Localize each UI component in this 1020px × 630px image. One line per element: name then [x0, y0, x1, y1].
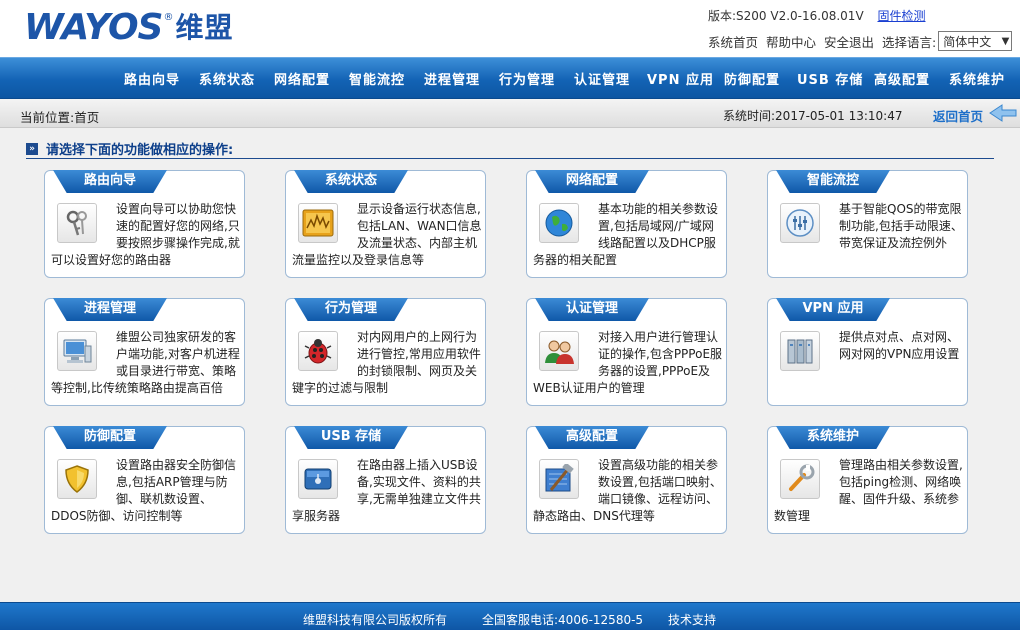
card-system-maintenance[interactable]: 系统维护 管理路由相关参数设置,包括ping检测、网络唤醒、固件升级、系统参数管…	[767, 426, 968, 534]
card-title: 行为管理	[294, 298, 408, 321]
firmware-check-link[interactable]: 固件检测	[877, 9, 925, 23]
logout-link[interactable]: 安全退出	[824, 32, 874, 51]
card-description: 设置路由器安全防御信息,包括ARP管理与防御、联机数设置、DDOS防御、访问控制…	[51, 458, 237, 523]
card-defense-config[interactable]: 防御配置 设置路由器安全防御信息,包括ARP管理与防御、联机数设置、DDOS防御…	[44, 426, 245, 534]
breadcrumb: 当前位置:首页 系统时间:2017-05-01 13:10:47 返回首页	[0, 99, 1020, 128]
card-description: 提供点对点、点对网、网对网的VPN应用设置	[839, 330, 960, 361]
card-auth-management[interactable]: 认证管理 对接入用户进行管理认证的操作,包含PPPoE服务器的设置,PPPoE及…	[526, 298, 727, 406]
card-title: 系统状态	[294, 170, 408, 193]
card-route-wizard[interactable]: 路由向导 设置向导可以协助您快速的配置好您的网络,只要按照步骤操作完成,就可以设…	[44, 170, 245, 278]
language-select[interactable]: 简体中文 ▼	[938, 31, 1013, 51]
card-title: 路由向导	[53, 170, 167, 193]
card-process-management[interactable]: 进程管理 维盟公司独家研发的客户端功能,对客户机进程或目录进行带宽、策略等控制,…	[44, 298, 245, 406]
card-usb-storage[interactable]: USB 存储 在路由器上插入USB设备,实现文件、资料的共享,无需单独建立文件共…	[285, 426, 486, 534]
card-description: 管理路由相关参数设置,包括ping检测、网络唤醒、固件升级、系统参数管理	[774, 458, 963, 523]
nav-process-management[interactable]: 进程管理	[424, 69, 480, 88]
section-title-text: 请选择下面的功能做相应的操作:	[46, 143, 234, 158]
nav-network-config[interactable]: 网络配置	[274, 69, 330, 88]
nav-flow-control[interactable]: 智能流控	[349, 69, 405, 88]
card-title: 智能流控	[776, 170, 890, 193]
card-title: 网络配置	[535, 170, 649, 193]
nav-vpn[interactable]: VPN 应用	[647, 69, 714, 88]
card-description: 在路由器上插入USB设备,实现文件、资料的共享,无需单独建立文件共享服务器	[292, 458, 481, 523]
card-description: 基于智能QOS的带宽限制功能,包括手动限速、带宽保证及流控例外	[839, 202, 963, 250]
card-description: 对内网用户的上网行为进行管控,常用应用软件的封锁限制、网页及关键字的过滤与限制	[292, 330, 481, 395]
system-time: 系统时间:2017-05-01 13:10:47	[723, 109, 903, 123]
card-vpn[interactable]: VPN 应用 提供点对点、点对网、网对网的VPN应用设置	[767, 298, 968, 406]
nav-behavior-management[interactable]: 行为管理	[499, 69, 555, 88]
card-title: 防御配置	[53, 426, 167, 449]
card-flow-control[interactable]: 智能流控 基于智能QOS的带宽限制功能,包括手动限速、带宽保证及流控例外	[767, 170, 968, 278]
copyright-text: 维盟科技有限公司版权所有	[303, 613, 448, 627]
version-label: 版本:S200 V2.0-16.08.01V	[708, 9, 864, 23]
card-system-status[interactable]: 系统状态 显示设备运行状态信息,包括LAN、WAN口信息及流量状态、内部主机流量…	[285, 170, 486, 278]
logo-chinese-text: 维盟	[175, 11, 234, 44]
card-title: 系统维护	[776, 426, 890, 449]
system-home-link[interactable]: 系统首页	[708, 32, 758, 51]
nav-advanced-config[interactable]: 高级配置	[874, 69, 930, 88]
current-location: 当前位置:首页	[20, 110, 100, 125]
back-arrow-icon[interactable]	[988, 103, 1018, 123]
header: WAYOS ® 维盟 版本:S200 V2.0-16.08.01V 固件检测 系…	[0, 0, 1020, 57]
main-content: » 请选择下面的功能做相应的操作: 路由向导 设置向导可以协助您快速的配置好您的…	[0, 128, 1020, 602]
logo-registered-mark: ®	[163, 12, 174, 23]
card-title: USB 存储	[294, 426, 408, 449]
section-divider	[26, 158, 994, 159]
footer: 维盟科技有限公司版权所有 全国客服电话:4006-12580-5 技术支持	[0, 602, 1020, 630]
help-center-link[interactable]: 帮助中心	[766, 32, 816, 51]
card-title: VPN 应用	[776, 298, 890, 321]
card-description: 维盟公司独家研发的客户端功能,对客户机进程或目录进行带宽、策略等控制,比传统策略…	[51, 330, 240, 395]
nav-defense-config[interactable]: 防御配置	[724, 69, 780, 88]
nav-system-status[interactable]: 系统状态	[199, 69, 255, 88]
back-home-link[interactable]: 返回首页	[933, 106, 983, 125]
card-description: 基本功能的相关参数设置,包括局域网/广域网线路配置以及DHCP服务器的相关配置	[533, 202, 719, 267]
nav-route-wizard[interactable]: 路由向导	[124, 69, 180, 88]
card-description: 设置向导可以协助您快速的配置好您的网络,只要按照步骤操作完成,就可以设置好您的路…	[51, 202, 240, 267]
card-network-config[interactable]: 网络配置 基本功能的相关参数设置,包括局域网/广域网线路配置以及DHCP服务器的…	[526, 170, 727, 278]
card-description: 设置高级功能的相关参数设置,包括端口映射、端口镜像、远程访问、静态路由、DNS代…	[533, 458, 722, 523]
card-advanced-config[interactable]: 高级配置 设置高级功能的相关参数设置,包括端口映射、端口镜像、远程访问、静态路由…	[526, 426, 727, 534]
card-behavior-management[interactable]: 行为管理 对内网用户的上网行为进行管控,常用应用软件的封锁限制、网页及关键字的过…	[285, 298, 486, 406]
top-links: 系统首页 帮助中心 安全退出 选择语言: 简体中文 ▼	[708, 31, 1013, 51]
tech-support-link[interactable]: 技术支持	[668, 611, 716, 628]
section-title: » 请选择下面的功能做相应的操作:	[26, 139, 233, 158]
hotline-text: 全国客服电话:4006-12580-5	[482, 613, 644, 627]
nav-usb-storage[interactable]: USB 存储	[797, 69, 863, 88]
language-label: 选择语言:	[882, 34, 937, 50]
card-title: 进程管理	[53, 298, 167, 321]
nav-auth-management[interactable]: 认证管理	[574, 69, 630, 88]
card-description: 显示设备运行状态信息,包括LAN、WAN口信息及流量状态、内部主机流量监控以及登…	[292, 202, 482, 267]
card-title: 高级配置	[535, 426, 649, 449]
card-title: 认证管理	[535, 298, 649, 321]
logo-text: WAYOS	[24, 7, 163, 48]
card-description: 对接入用户进行管理认证的操作,包含PPPoE服务器的设置,PPPoE及WEB认证…	[533, 330, 723, 395]
language-value: 简体中文	[943, 34, 992, 49]
wayos-logo: WAYOS ® 维盟	[24, 10, 234, 46]
nav-system-maintenance[interactable]: 系统维护	[949, 69, 1005, 88]
main-nav: 路由向导 系统状态 网络配置 智能流控 进程管理 行为管理 认证管理 VPN 应…	[0, 57, 1020, 99]
double-chevron-icon: »	[26, 142, 38, 155]
version-info: 版本:S200 V2.0-16.08.01V 固件检测	[708, 7, 926, 24]
chevron-down-icon: ▼	[1001, 35, 1010, 47]
